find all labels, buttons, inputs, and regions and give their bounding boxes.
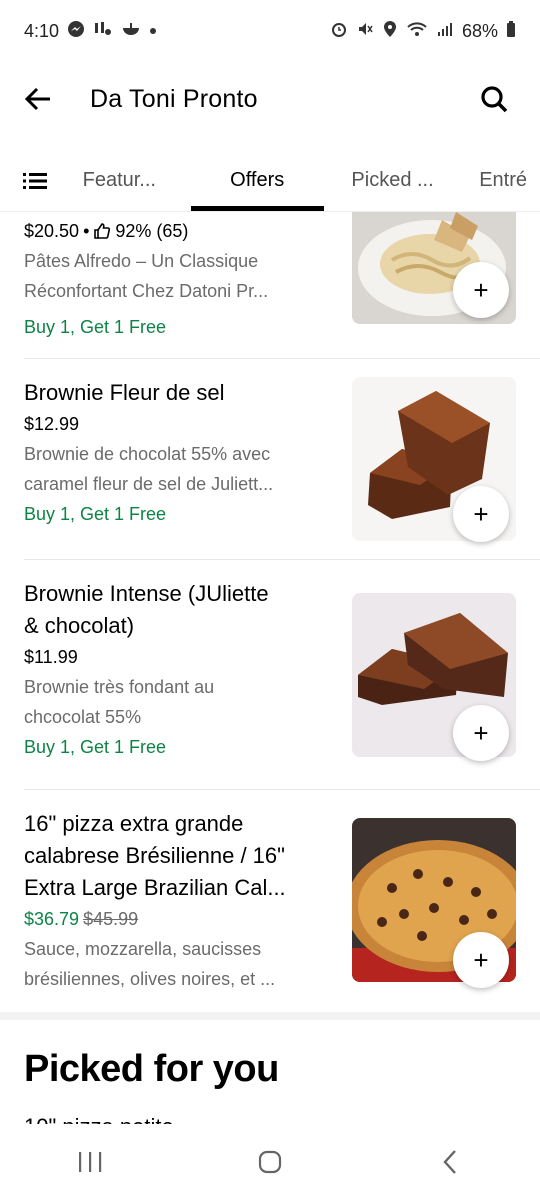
battery-percent: 68%: [461, 20, 498, 41]
mute-icon: [356, 20, 374, 42]
menu-item-text: Brownie Intense (JUliette & chocolat) $1…: [24, 578, 330, 762]
menu-item-description: Brownie très fondant au: [24, 677, 215, 697]
location-icon: [382, 20, 398, 42]
thumbs-up-icon: [94, 223, 111, 239]
menu-item-price-row: $36.79 $45.99: [24, 904, 330, 934]
store-header: Da Toni Pronto: [0, 62, 540, 136]
arrow-left-icon: [24, 87, 50, 111]
menu-item-description: caramel fleur de sel de Juliett...: [24, 474, 274, 494]
menu-item-peek[interactable]: 10" pizza petite: [24, 1114, 174, 1124]
tab-featured[interactable]: Featur...: [71, 150, 191, 211]
menu-item-price: $20.50: [24, 221, 80, 241]
wifi-icon: [406, 20, 428, 42]
menu-item-name: Brownie Intense (JUliette: [24, 581, 269, 606]
section-title: Picked for you: [24, 1048, 279, 1090]
menu-item-description: Réconfortant Chez Datoni Pr...: [24, 281, 269, 301]
menu-item-name: 16" pizza extra grande: [24, 811, 244, 836]
menu-item-rating: 92% (65): [115, 221, 189, 241]
recent-apps-icon: [79, 1152, 102, 1172]
menu-list: $20.50 • 92% (65) Pâtes Alfredo – Un Cla…: [0, 212, 540, 1124]
recent-apps-button[interactable]: [60, 1132, 120, 1192]
add-to-cart-button[interactable]: +: [453, 262, 509, 318]
category-menu-button[interactable]: [0, 150, 71, 211]
tab-entrees[interactable]: Entré: [461, 150, 540, 211]
menu-item-original-price: $45.99: [83, 909, 139, 929]
home-button[interactable]: [240, 1132, 300, 1192]
tab-picked[interactable]: Picked ...: [324, 150, 461, 211]
menu-item-name: Brownie Fleur de sel: [24, 380, 225, 405]
notification-icon: [93, 20, 113, 42]
menu-item-offer: Buy 1, Get 1 Free: [24, 317, 167, 337]
menu-item-brownie-fleur[interactable]: Brownie Fleur de sel $12.99 Brownie de c…: [0, 359, 540, 559]
back-button[interactable]: [24, 75, 72, 123]
battery-icon: [506, 20, 516, 42]
status-right: 68%: [330, 20, 516, 42]
menu-item-description: Brownie de chocolat 55% avec: [24, 444, 271, 464]
menu-item-price: $12.99: [24, 414, 80, 434]
status-time: 4:10: [24, 20, 60, 41]
menu-item-text: Brownie Fleur de sel $12.99 Brownie de c…: [24, 377, 330, 529]
system-back-button[interactable]: [420, 1132, 480, 1192]
menu-item-price: $11.99: [24, 647, 78, 667]
add-to-cart-button[interactable]: +: [453, 932, 509, 988]
menu-item-alfredo[interactable]: $20.50 • 92% (65) Pâtes Alfredo – Un Cla…: [0, 212, 540, 358]
add-to-cart-button[interactable]: +: [453, 705, 509, 761]
menu-item-brownie-intense[interactable]: Brownie Intense (JUliette & chocolat) $1…: [0, 560, 540, 790]
list-icon: [23, 172, 48, 189]
add-to-cart-button[interactable]: +: [453, 486, 509, 542]
menu-item-description: Sauce, mozzarella, saucisses: [24, 939, 262, 959]
dot-icon: [149, 23, 157, 39]
menu-item-description: chcocolat 55%: [24, 707, 142, 727]
menu-item-text: $20.50 • 92% (65) Pâtes Alfredo – Un Cla…: [24, 216, 330, 342]
chevron-left-icon: [443, 1150, 456, 1174]
category-tabs: Featur... Offers Picked ... Entré: [0, 150, 540, 212]
menu-item-price-row: $20.50 • 92% (65): [24, 216, 330, 246]
menu-item-name: Extra Large Brazilian Cal...: [24, 875, 286, 900]
menu-item-description: Pâtes Alfredo – Un Classique: [24, 251, 259, 271]
status-left: 4:10: [24, 20, 157, 42]
menu-item-pizza-brazilian[interactable]: 16" pizza extra grande calabrese Brésili…: [0, 790, 540, 1010]
menu-item-offer: Buy 1, Get 1 Free: [24, 504, 167, 524]
menu-item-offer: Buy 1, Get 1 Free: [24, 737, 167, 757]
separator-dot: •: [83, 221, 90, 241]
search-icon: [481, 86, 508, 113]
system-nav-bar: [0, 1124, 540, 1200]
menu-item-text: 16" pizza extra grande calabrese Brésili…: [24, 808, 330, 994]
home-icon: [258, 1150, 282, 1174]
status-bar: 4:10 68%: [0, 0, 540, 62]
messenger-icon: [67, 20, 85, 42]
menu-item-name: calabrese Brésilienne / 16": [24, 843, 285, 868]
menu-item-sale-price: $36.79: [24, 909, 80, 929]
tab-offers[interactable]: Offers: [190, 150, 325, 211]
store-title: Da Toni Pronto: [90, 84, 258, 113]
search-button[interactable]: [472, 77, 516, 121]
section-separator: [0, 1012, 540, 1020]
bowl-icon: [121, 20, 141, 42]
signal-icon: [436, 20, 454, 42]
menu-item-description: brésiliennes, olives noires, et ...: [24, 969, 276, 989]
alarm-icon: [330, 20, 348, 42]
menu-item-name: & chocolat): [24, 613, 135, 638]
